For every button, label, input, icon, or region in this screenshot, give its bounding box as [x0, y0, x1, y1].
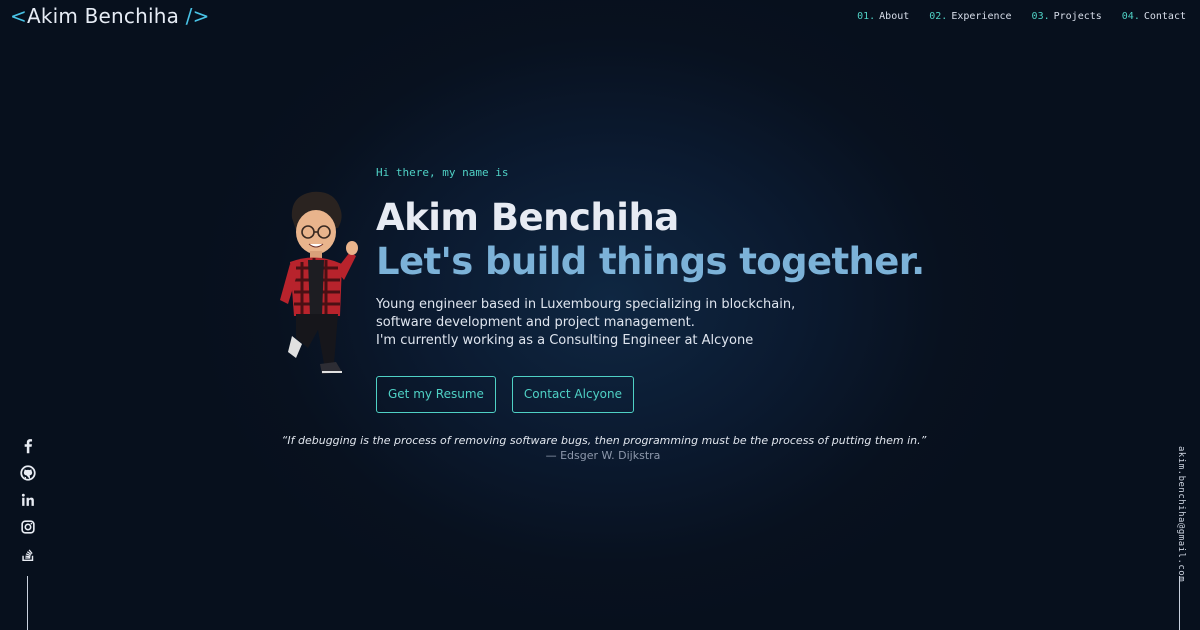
nav-about-number: 01.: [857, 11, 876, 22]
stackoverflow-icon[interactable]: [19, 545, 37, 563]
description-line: software development and project managem…: [376, 315, 695, 330]
contact-alcyone-button[interactable]: Contact Alcyone: [511, 376, 634, 413]
left-divider-line: [27, 576, 28, 630]
description-line: Young engineer based in Luxembourg speci…: [376, 297, 796, 312]
greeting: Hi there, my name is: [376, 166, 509, 179]
quote-author: — Edsger W. Dijkstra: [545, 449, 661, 462]
hero-description: Young engineer based in Luxembourg speci…: [376, 296, 936, 350]
hero-name: Akim Benchiha: [376, 196, 679, 239]
email-link[interactable]: akim.benchiha@gmail.com: [1172, 446, 1186, 582]
resume-button[interactable]: Get my Resume: [376, 376, 496, 413]
instagram-icon[interactable]: [19, 518, 37, 536]
nav-experience[interactable]: 02. Experience: [929, 11, 1011, 22]
hero-buttons: Get my Resume Contact Alcyone: [376, 376, 936, 413]
right-divider-line: [1179, 576, 1180, 630]
nav-contact[interactable]: 04. Contact: [1122, 11, 1186, 22]
nav-about-label: About: [879, 11, 910, 22]
hero-section: Hi there, my name is Akim Benchiha Let's…: [376, 166, 936, 413]
nav-projects[interactable]: 03. Projects: [1032, 11, 1102, 22]
main-nav: 01. About 02. Experience 03. Projects 04. Co…: [857, 11, 1186, 22]
nav-contact-number: 04.: [1121, 11, 1140, 22]
quote-text: “If debugging is the process of removing…: [281, 434, 927, 447]
social-links: [18, 437, 38, 563]
logo-close-bracket: />: [185, 4, 210, 28]
facebook-icon[interactable]: [19, 437, 37, 455]
nav-projects-label: Projects: [1053, 11, 1102, 22]
hero-tagline: Let's build things together.: [376, 240, 925, 283]
github-icon[interactable]: [19, 464, 37, 482]
site-logo[interactable]: <Akim Benchiha />: [10, 4, 210, 28]
nav-experience-label: Experience: [951, 11, 1012, 22]
avatar-illustration: [280, 191, 358, 374]
nav-contact-label: Contact: [1143, 11, 1186, 22]
logo-text: Akim Benchiha: [26, 4, 180, 28]
nav-projects-number: 03.: [1031, 11, 1050, 22]
nav-experience-number: 02.: [929, 11, 948, 22]
linkedin-icon[interactable]: [19, 491, 37, 509]
logo-open-bracket: <: [10, 4, 27, 28]
nav-about[interactable]: 01. About: [857, 11, 909, 22]
description-line: I'm currently working as a Consulting En…: [376, 333, 754, 348]
